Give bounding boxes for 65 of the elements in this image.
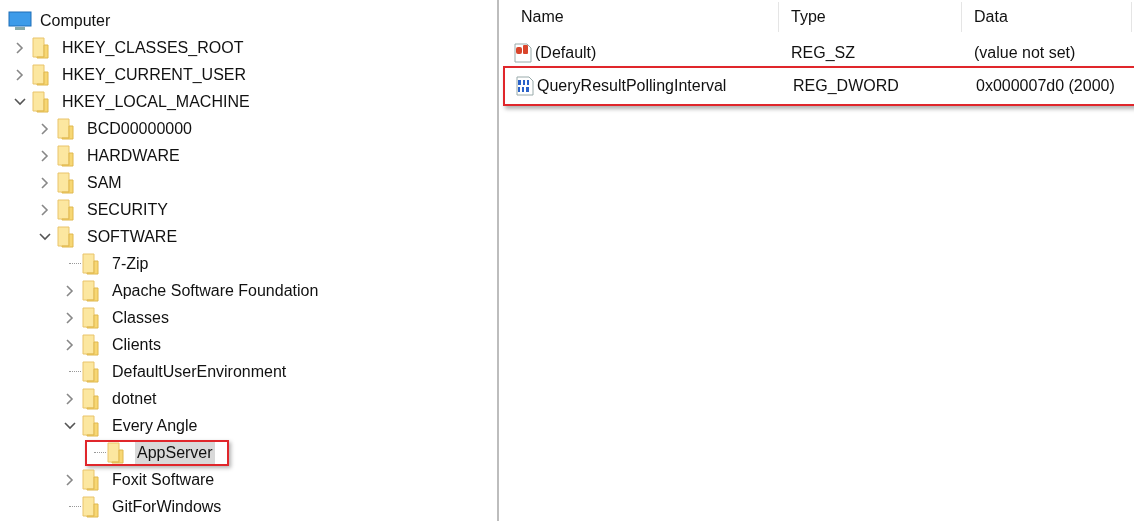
chevron-right-icon[interactable] bbox=[16, 41, 24, 54]
chevron-down-icon[interactable] bbox=[14, 97, 26, 106]
string-value-icon bbox=[513, 42, 533, 63]
chevron-right-icon[interactable] bbox=[66, 392, 74, 405]
tree-item[interactable]: HKEY_CLASSES_ROOT bbox=[60, 36, 246, 59]
chevron-right-icon[interactable] bbox=[16, 68, 24, 81]
folder-icon bbox=[82, 252, 100, 275]
folder-icon bbox=[32, 63, 50, 86]
folder-icon bbox=[82, 279, 100, 302]
tree-item[interactable]: HKEY_LOCAL_MACHINE bbox=[60, 90, 252, 113]
table-cell-text: REG_SZ bbox=[790, 42, 856, 63]
chevron-right-icon[interactable] bbox=[41, 203, 49, 216]
table-cell-text: (value not set) bbox=[973, 42, 1077, 63]
binary-value-icon bbox=[515, 76, 535, 96]
tree-item[interactable]: Every Angle bbox=[110, 414, 200, 437]
tree-item[interactable]: Clients bbox=[110, 333, 163, 356]
chevron-right-icon[interactable] bbox=[41, 149, 49, 162]
folder-icon bbox=[82, 468, 100, 491]
tree-item[interactable]: Apache Software Foundation bbox=[110, 279, 321, 302]
computer-icon bbox=[8, 10, 32, 31]
chevron-right-icon[interactable] bbox=[66, 473, 74, 486]
tree-item[interactable]: Foxit Software bbox=[110, 468, 217, 491]
chevron-right-icon[interactable] bbox=[66, 338, 74, 351]
column-header[interactable]: Data bbox=[962, 2, 1132, 32]
chevron-right-icon[interactable] bbox=[66, 284, 74, 297]
folder-icon bbox=[82, 306, 100, 329]
tree-item[interactable]: BCD00000000 bbox=[85, 117, 194, 140]
tree-item[interactable]: GitForWindows bbox=[110, 495, 224, 518]
chevron-down-icon[interactable] bbox=[64, 421, 76, 430]
tree-item[interactable]: Classes bbox=[110, 306, 171, 329]
table-cell-text: 0x000007d0 (2000) bbox=[975, 76, 1116, 96]
value-row[interactable]: (Default) REG_SZ (value not set) bbox=[509, 39, 1134, 66]
folder-icon bbox=[82, 333, 100, 356]
table-cell-text: (Default) bbox=[535, 42, 597, 63]
folder-icon bbox=[82, 360, 100, 383]
column-header[interactable]: Name bbox=[509, 2, 779, 32]
column-header[interactable]: Type bbox=[779, 2, 962, 32]
folder-icon bbox=[57, 144, 75, 167]
tree-item[interactable]: SAM bbox=[85, 171, 124, 194]
tree-item[interactable]: HARDWARE bbox=[85, 144, 182, 167]
tree-item[interactable]: DefaultUserEnvironment bbox=[110, 360, 289, 383]
table-cell-text: REG_DWORD bbox=[792, 76, 900, 96]
folder-icon bbox=[57, 198, 75, 221]
value-row[interactable]: QueryResultPollingInterval REG_DWORD 0x000007d0 (2000) bbox=[503, 66, 1134, 106]
chevron-right-icon[interactable] bbox=[41, 122, 49, 135]
tree-item[interactable]: Computer bbox=[38, 9, 113, 32]
folder-icon bbox=[82, 414, 100, 437]
table-cell-text: QueryResultPollingInterval bbox=[537, 76, 727, 96]
tree-item[interactable]: SOFTWARE bbox=[85, 225, 180, 248]
folder-icon bbox=[32, 90, 50, 113]
tree-item[interactable]: SECURITY bbox=[85, 198, 170, 221]
folder-icon bbox=[57, 171, 75, 194]
chevron-down-icon[interactable] bbox=[39, 232, 51, 241]
folder-icon bbox=[57, 225, 75, 248]
tree-item[interactable]: 7-Zip bbox=[110, 252, 151, 275]
folder-icon bbox=[57, 117, 75, 140]
tree-item[interactable]: AppServer bbox=[135, 441, 215, 464]
tree-item[interactable]: dotnet bbox=[110, 387, 159, 410]
folder-icon bbox=[82, 495, 100, 518]
folder-icon bbox=[32, 36, 50, 59]
tree-item[interactable]: HKEY_CURRENT_USER bbox=[60, 63, 249, 86]
folder-icon bbox=[107, 441, 125, 464]
chevron-right-icon[interactable] bbox=[66, 311, 74, 324]
folder-icon bbox=[82, 387, 100, 410]
chevron-right-icon[interactable] bbox=[41, 176, 49, 189]
